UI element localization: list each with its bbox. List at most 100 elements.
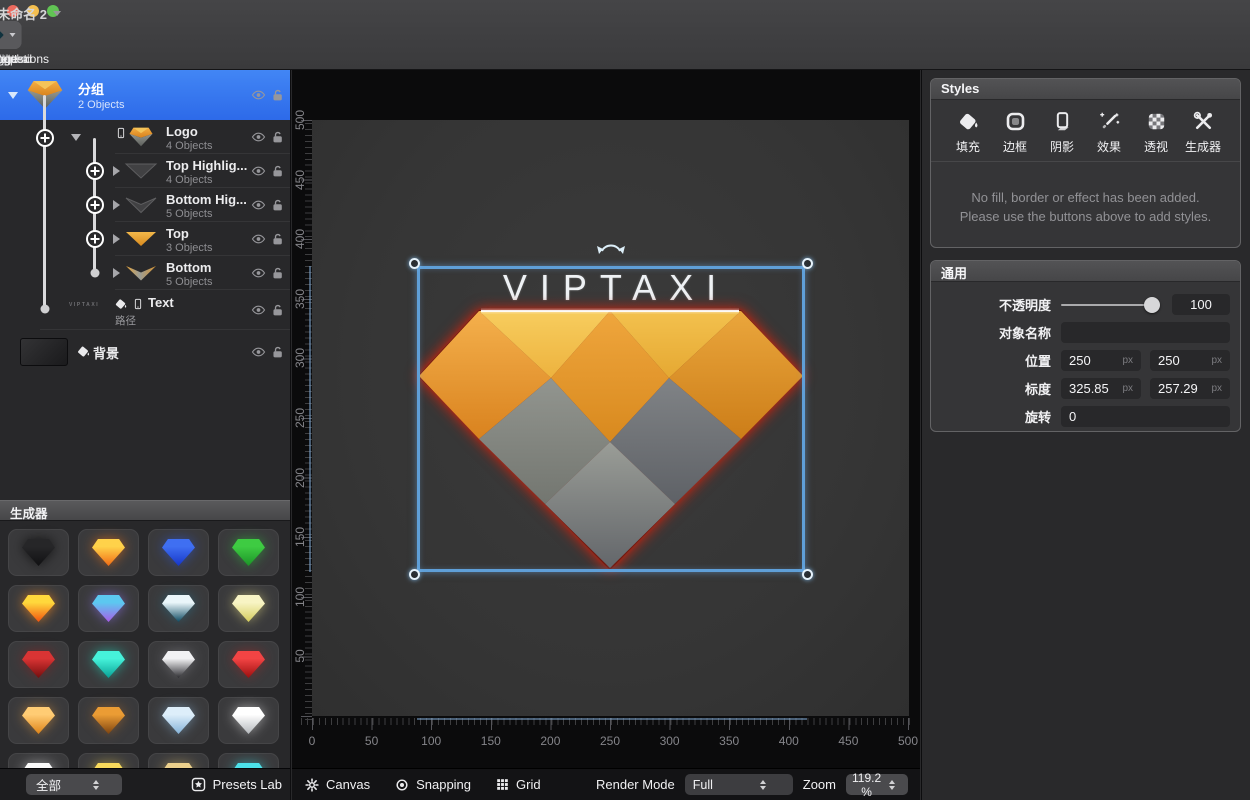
style-button[interactable]: 透视 (1133, 109, 1179, 155)
render-mode-select[interactable]: Full (685, 774, 793, 795)
tree-connector-line (43, 95, 46, 308)
preset-tile[interactable] (148, 529, 209, 576)
red-gem-preset (232, 651, 265, 678)
scale-x-field[interactable]: 325.85 px (1061, 378, 1141, 399)
preset-tile[interactable] (8, 697, 69, 744)
style-button[interactable]: 生成器 (1180, 109, 1226, 155)
preset-tile[interactable] (218, 641, 279, 688)
preset-tile[interactable] (218, 697, 279, 744)
eye-icon[interactable] (250, 231, 267, 248)
add-layer-button[interactable] (86, 196, 104, 214)
lock-icon[interactable] (269, 302, 286, 319)
style-button[interactable]: 边框 (992, 109, 1038, 155)
eye-icon[interactable] (250, 163, 267, 180)
ruler-label: 50 (365, 734, 378, 748)
preset-tile[interactable] (78, 529, 139, 576)
layer-row-background[interactable]: 背景 (0, 334, 290, 370)
rotate-handle-icon[interactable] (596, 237, 626, 257)
stepper-icon (740, 780, 787, 790)
scale-label: 标度 (941, 379, 1051, 398)
preset-tile[interactable] (148, 641, 209, 688)
lock-icon[interactable] (269, 197, 286, 214)
disclosure-triangle-icon[interactable] (113, 268, 120, 278)
style-button-label: 生成器 (1185, 138, 1221, 155)
preset-tile[interactable] (148, 697, 209, 744)
preset-tile[interactable] (78, 753, 139, 768)
lock-icon[interactable] (269, 344, 286, 361)
snapping-button[interactable]: Snapping (394, 777, 471, 793)
style-button[interactable]: 填充 (945, 109, 991, 155)
layer-name: 分组 (78, 79, 124, 98)
selection-handle[interactable] (802, 258, 813, 269)
preset-tile[interactable] (8, 753, 69, 768)
zoom-stepper[interactable]: 119.2 % (846, 774, 908, 795)
general-panel: 通用 不透明度 100 对象名称 位置 (930, 260, 1241, 432)
amber-glow-gem-preset (22, 595, 55, 622)
position-x-field[interactable]: 250 px (1061, 350, 1141, 371)
lock-icon[interactable] (269, 163, 286, 180)
disclosure-triangle-icon[interactable] (113, 200, 120, 210)
layer-name: Logo (166, 124, 212, 139)
canvas-settings-button[interactable]: Canvas (304, 777, 370, 793)
lock-icon[interactable] (269, 87, 286, 104)
chevron-down-icon (10, 33, 16, 37)
add-layer-button[interactable] (86, 230, 104, 248)
preset-filter-select[interactable]: 全部 (26, 774, 122, 795)
toolbar-button[interactable]: Export (0, 21, 22, 66)
slider-knob[interactable] (1144, 297, 1160, 313)
lock-icon[interactable] (269, 231, 286, 248)
style-button[interactable]: 阴影 (1039, 109, 1085, 155)
rotation-field[interactable]: 0 (1061, 406, 1230, 427)
eye-icon[interactable] (250, 344, 267, 361)
selected-object[interactable]: VIPTAXI (417, 266, 805, 572)
zoom-value: 119.2 % (852, 771, 881, 799)
preset-tile[interactable] (218, 529, 279, 576)
dark-cyan-diamond-preset (162, 595, 195, 622)
preset-tile[interactable] (218, 753, 279, 768)
position-y-field[interactable]: 250 px (1150, 350, 1230, 371)
selection-handle[interactable] (409, 569, 420, 580)
grid-button[interactable]: Grid (495, 777, 541, 792)
eye-icon[interactable] (250, 265, 267, 282)
preset-tile[interactable] (8, 585, 69, 632)
selection-handle[interactable] (802, 569, 813, 580)
disclosure-triangle-icon[interactable] (113, 166, 120, 176)
presets-lab-button[interactable]: Presets Lab (190, 776, 282, 793)
add-layer-button[interactable] (36, 129, 54, 147)
preset-tile[interactable] (218, 585, 279, 632)
eye-icon[interactable] (250, 302, 267, 319)
preset-tile[interactable] (78, 641, 139, 688)
ruler-label: 350 (719, 734, 739, 748)
lock-icon[interactable] (269, 265, 286, 282)
preset-tile[interactable] (8, 641, 69, 688)
selection-frame[interactable] (417, 266, 805, 572)
preset-tile[interactable] (148, 585, 209, 632)
style-button[interactable]: 效果 (1086, 109, 1132, 155)
eye-icon[interactable] (250, 129, 267, 146)
preset-tile[interactable] (78, 697, 139, 744)
layers-sidebar: 分组 2 Objects Logo 4 Objects (0, 70, 291, 800)
preset-tile[interactable] (8, 529, 69, 576)
render-mode-label: Render Mode (596, 777, 675, 792)
yellow-gem-preset (92, 763, 125, 768)
canvas-area[interactable]: 050100150200250300350400450500 501001502… (292, 70, 920, 768)
disclosure-triangle-icon[interactable] (8, 92, 18, 99)
white-diamond-preset (232, 707, 265, 734)
opacity-slider[interactable] (1061, 297, 1160, 313)
eye-icon[interactable] (250, 197, 267, 214)
disclosure-triangle-icon[interactable] (113, 234, 120, 244)
eye-icon[interactable] (250, 87, 267, 104)
preset-tile[interactable] (148, 753, 209, 768)
lock-icon[interactable] (269, 129, 286, 146)
layer-count: 4 Objects (166, 140, 212, 152)
export-icon (0, 24, 7, 46)
disclosure-triangle-icon[interactable] (71, 134, 81, 141)
scale-y-field[interactable]: 257.29 px (1150, 378, 1230, 399)
add-layer-button[interactable] (86, 162, 104, 180)
preset-tile[interactable] (78, 585, 139, 632)
selection-handle[interactable] (409, 258, 420, 269)
object-name-field[interactable] (1061, 322, 1230, 343)
rotation-label: 旋转 (941, 407, 1051, 426)
opacity-value-field[interactable]: 100 (1172, 294, 1230, 315)
layer-sub-label: 路径 (115, 313, 136, 328)
